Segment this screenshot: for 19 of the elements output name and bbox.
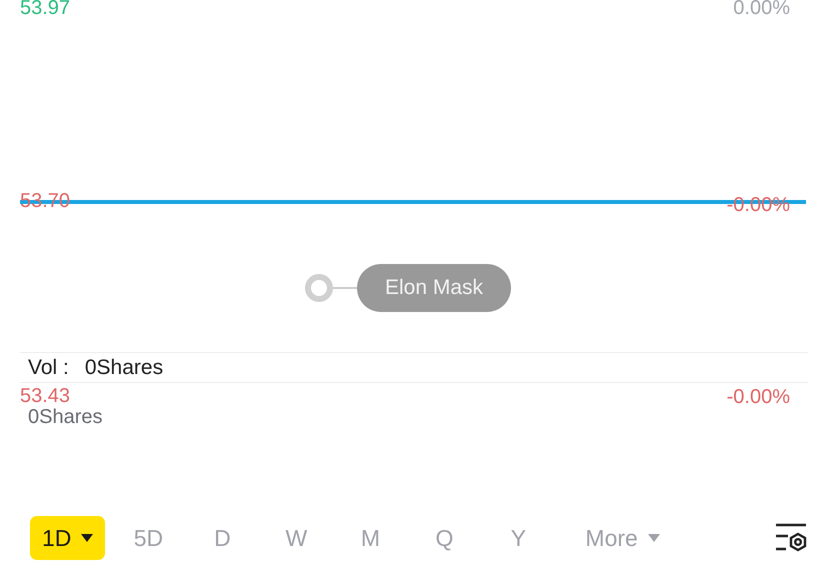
volume-label: Vol :: [28, 356, 69, 380]
price-label: 53.97: [20, 0, 70, 19]
period-tab[interactable]: 1D: [30, 516, 106, 560]
period-tab[interactable]: More: [575, 516, 670, 560]
volume-value: 0Shares: [84, 356, 164, 380]
period-tab[interactable]: 5D: [117, 516, 180, 560]
marker-dot[interactable]: [305, 274, 333, 302]
change-label: 0.00%: [733, 0, 790, 19]
period-tab[interactable]: M: [339, 516, 402, 560]
settings-icon[interactable]: [774, 523, 808, 553]
period-tab[interactable]: Y: [487, 516, 550, 560]
change-label: -0.00%: [726, 386, 790, 408]
annotation-label[interactable]: Elon Mask: [357, 264, 512, 312]
price-label: 53.43: [20, 385, 70, 407]
period-tab[interactable]: D: [191, 516, 254, 560]
period-tab[interactable]: Q: [413, 516, 476, 560]
period-tab[interactable]: W: [265, 516, 328, 560]
volume-axis-label: 0Shares: [28, 406, 102, 429]
leader-line: [333, 287, 357, 289]
